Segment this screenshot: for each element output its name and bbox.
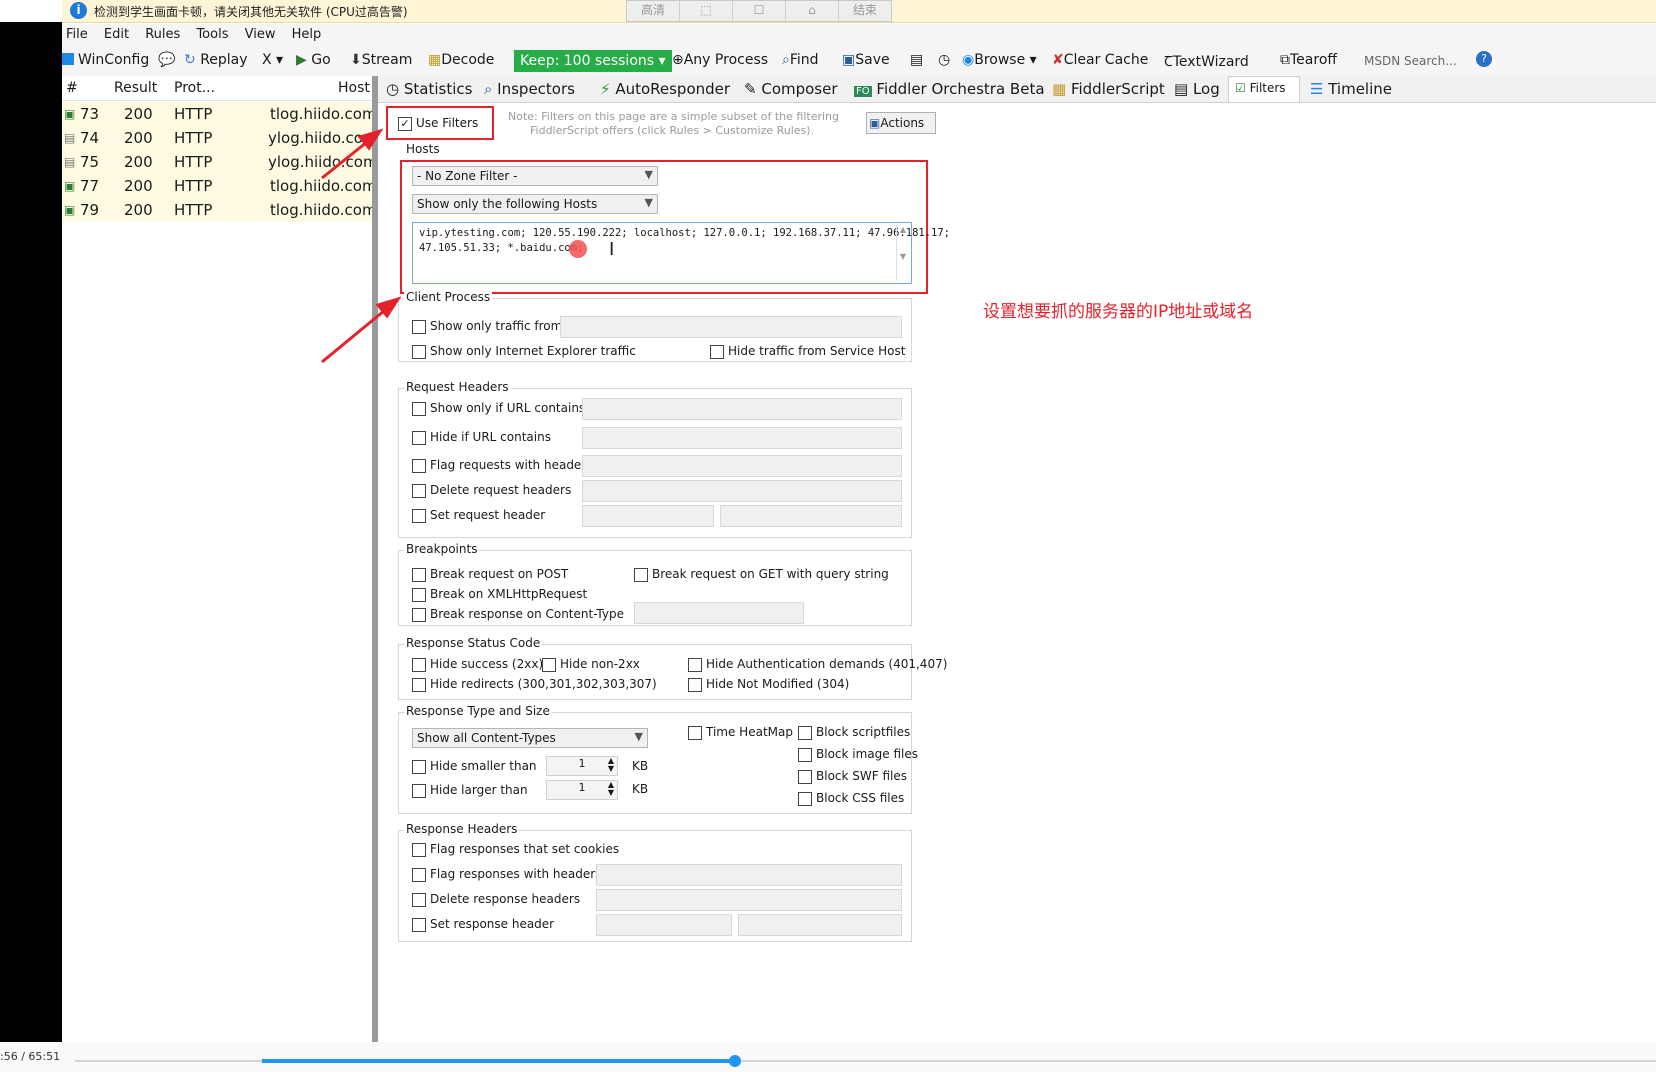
- annotation-text: 设置想要抓的服务器的IP地址或域名: [983, 302, 1254, 322]
- progress-played: [262, 1059, 736, 1063]
- video-player-bar: :56 / 65:51: [0, 1042, 1656, 1072]
- annotation-arrows: [321, 128, 402, 364]
- playback-time: :56 / 65:51: [0, 1050, 61, 1063]
- arrow-to-hosts: [321, 304, 391, 364]
- progress-handle[interactable]: [729, 1055, 741, 1067]
